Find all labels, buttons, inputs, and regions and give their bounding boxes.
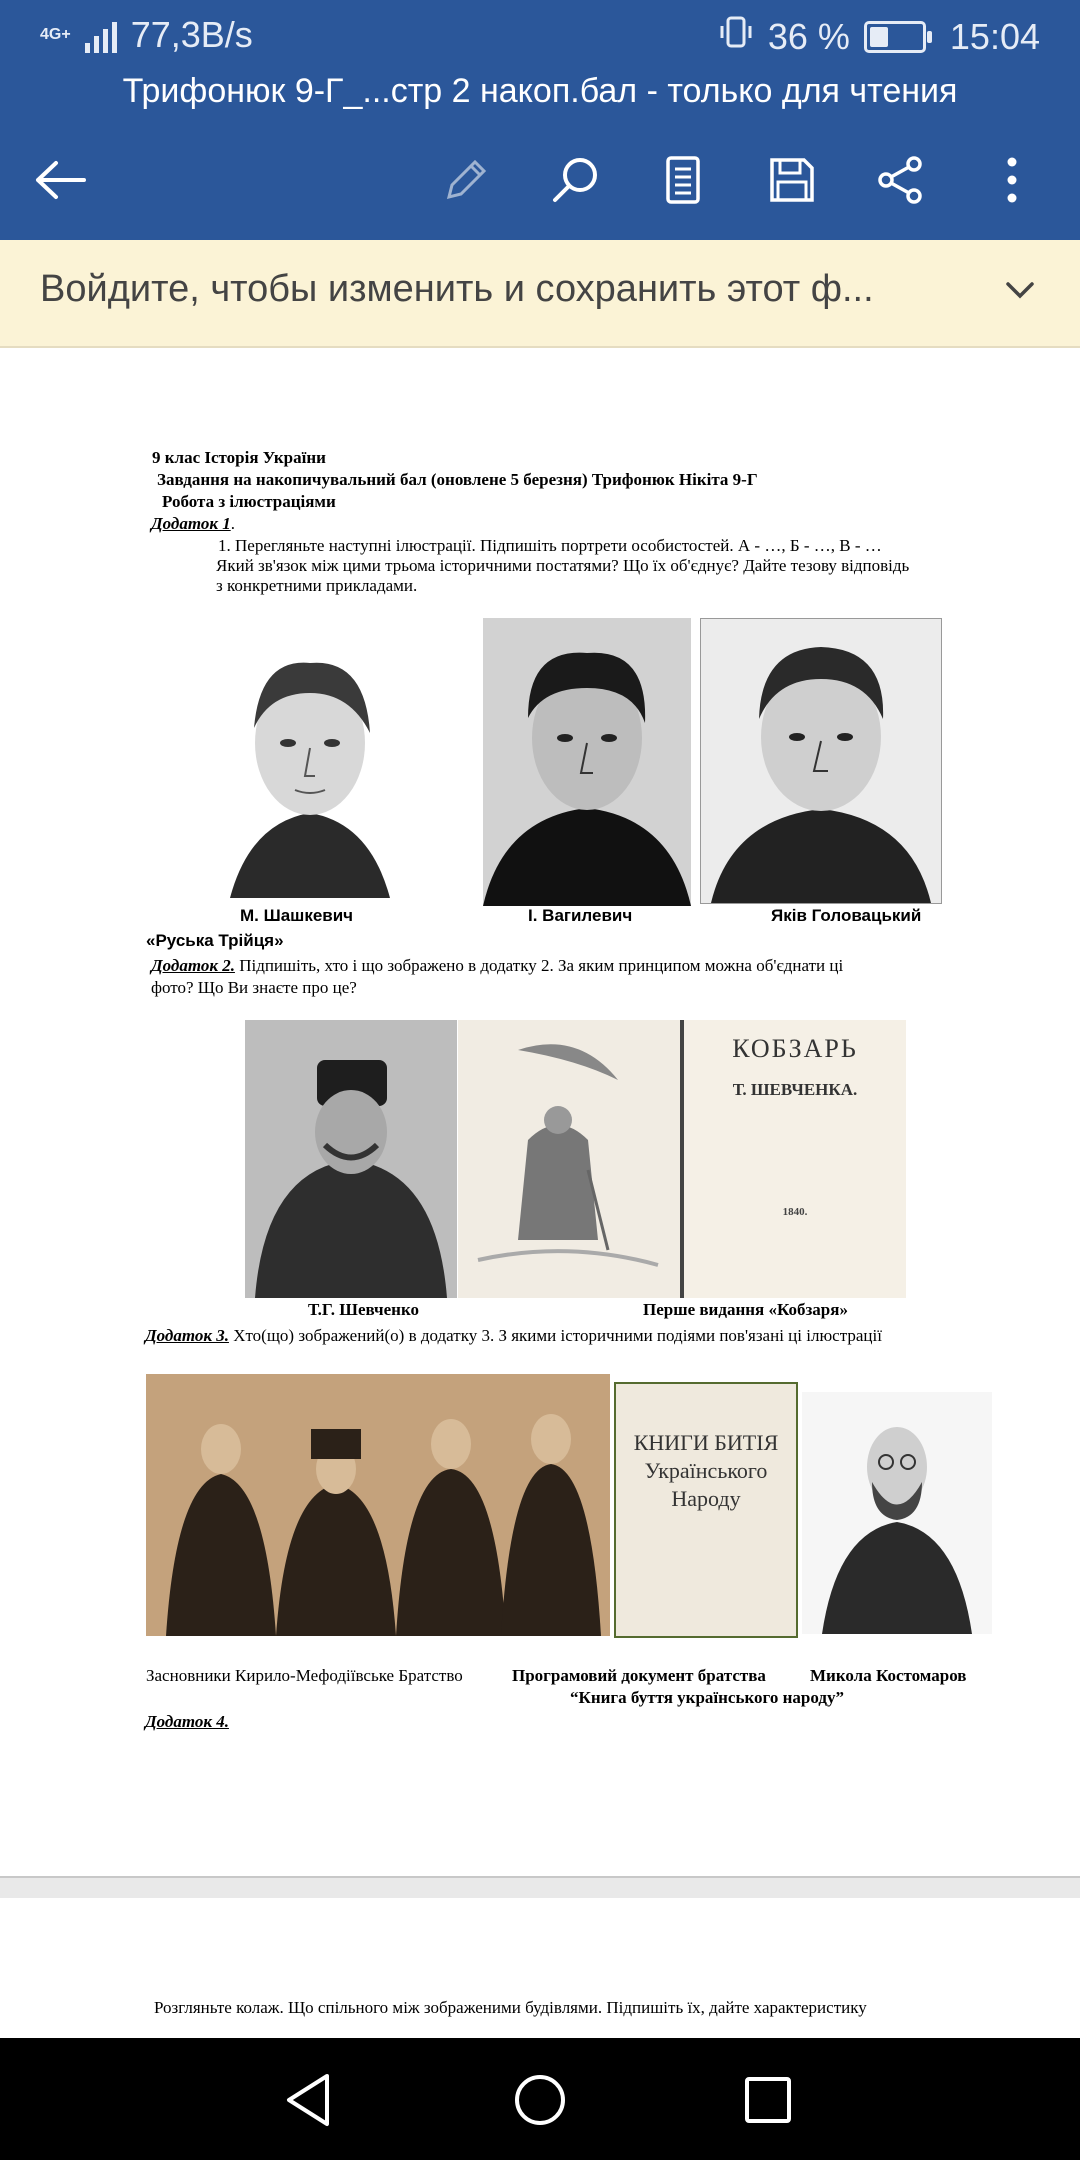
save-icon[interactable] xyxy=(752,140,832,220)
kobzar-year: 1840. xyxy=(782,1206,808,1218)
caption-kostomarov: Микола Костомаров xyxy=(810,1666,967,1685)
signal-icon xyxy=(84,17,117,53)
search-icon[interactable] xyxy=(535,140,615,220)
battery-percent: 36 % xyxy=(767,15,850,57)
app-header: 4G+ 77,3B/s 36 % 15:04 Трифонюк 9-Г_...с… xyxy=(0,0,1080,240)
caption-ruska-triytsia: «Руська Трійця» xyxy=(146,931,284,950)
addendum-1-text-3: з конкретними прикладами. xyxy=(216,576,418,595)
caption-shevchenko: Т.Г. Шевченко xyxy=(308,1300,420,1319)
caption-shashkevych: М. Шашкевич xyxy=(240,906,354,925)
back-arrow-icon[interactable] xyxy=(20,140,100,220)
net-speed: 77,3B/s xyxy=(130,14,253,55)
recents-square-icon[interactable] xyxy=(728,2060,808,2140)
book-kobzar-cover: КОБЗАРЬ Т. ШЕВЧЕНКА. 1840. xyxy=(680,1020,906,1298)
addendum-1-text-2: Який зв'язок між цими трьома історичними… xyxy=(216,556,910,575)
portrait-shashkevych xyxy=(210,638,410,898)
system-nav-bar xyxy=(0,2038,1080,2160)
pencil-icon[interactable] xyxy=(426,140,506,220)
chevron-down-icon[interactable] xyxy=(1000,270,1040,315)
kobzar-author: Т. ШЕВЧЕНКА. xyxy=(732,1080,858,1099)
document-page: 9 клас Історія України Завдання на накоп… xyxy=(0,348,1080,1878)
addendum-1-text-1: 1. Перегляньте наступні ілюстрації. Підп… xyxy=(218,536,882,555)
reading-view-icon[interactable] xyxy=(643,140,723,220)
document-page-2: Розгляньте колаж. Що спільного між зобра… xyxy=(0,1898,1080,2038)
clock: 15:04 xyxy=(949,15,1040,57)
share-icon[interactable] xyxy=(861,140,941,220)
addendum-1-heading: Додаток 1. xyxy=(151,514,235,533)
doc-class-line: 9 клас Історія України xyxy=(152,448,326,467)
knyhy-bytia-title: КНИГИ БИТІЯ Українського Народу xyxy=(633,1430,779,1511)
toolbar xyxy=(0,140,1080,220)
sign-in-banner-text: Войдите, чтобы изменить и сохранить этот… xyxy=(40,268,874,310)
addendum-2-line-2: фото? Що Ви знаєте про це? xyxy=(151,978,357,997)
photo-brotherhood-founders xyxy=(146,1374,610,1636)
photo-shevchenko xyxy=(245,1020,457,1298)
addendum-2-line-1: Додаток 2. Підпишіть, хто і що зображено… xyxy=(151,956,844,975)
more-icon[interactable] xyxy=(972,140,1052,220)
home-circle-icon[interactable] xyxy=(500,2060,580,2140)
doc-subtitle: Робота з ілюстраціями xyxy=(162,492,336,511)
addendum-4-heading: Додаток 4. xyxy=(145,1712,229,1731)
illustration-kobzar xyxy=(458,1020,680,1298)
caption-holovatsky: Яків Головацький xyxy=(771,906,922,925)
vibrate-icon xyxy=(718,14,754,59)
caption-vahylevych: І. Вагилевич xyxy=(528,906,633,925)
status-bar: 4G+ 77,3B/s 36 % 15:04 xyxy=(0,0,1080,72)
kobzar-title: КОБЗАРЬ xyxy=(732,1034,858,1063)
addendum-3-line: Додаток 3. Хто(що) зображений(о) в додат… xyxy=(145,1326,882,1345)
caption-program-document: Програмовий документ братства xyxy=(512,1666,766,1685)
book-knyhy-bytia: КНИГИ БИТІЯ Українського Народу xyxy=(614,1382,798,1638)
caption-founders: Засновники Кирило-Мефодіївське Братство xyxy=(146,1666,463,1685)
network-type-icon: 4G+ xyxy=(40,26,71,43)
doc-task-line: Завдання на накопичувальний бал (оновлен… xyxy=(157,470,758,489)
caption-knyha-buttia: “Книга буття українського народу” xyxy=(570,1688,844,1707)
document-title: Трифонюк 9-Г_...стр 2 накоп.бал - только… xyxy=(122,72,958,110)
back-triangle-icon[interactable] xyxy=(268,2060,348,2140)
portrait-vahylevych xyxy=(483,618,691,906)
portrait-kostomarov xyxy=(802,1392,992,1634)
portrait-holovatsky xyxy=(700,618,942,904)
sign-in-banner[interactable]: Войдите, чтобы изменить и сохранить этот… xyxy=(0,240,1080,348)
caption-first-kobzar: Перше видання «Кобзаря» xyxy=(643,1300,848,1319)
page-2-text: Розгляньте колаж. Що спільного між зобра… xyxy=(154,1998,867,2017)
battery-icon xyxy=(863,20,932,53)
